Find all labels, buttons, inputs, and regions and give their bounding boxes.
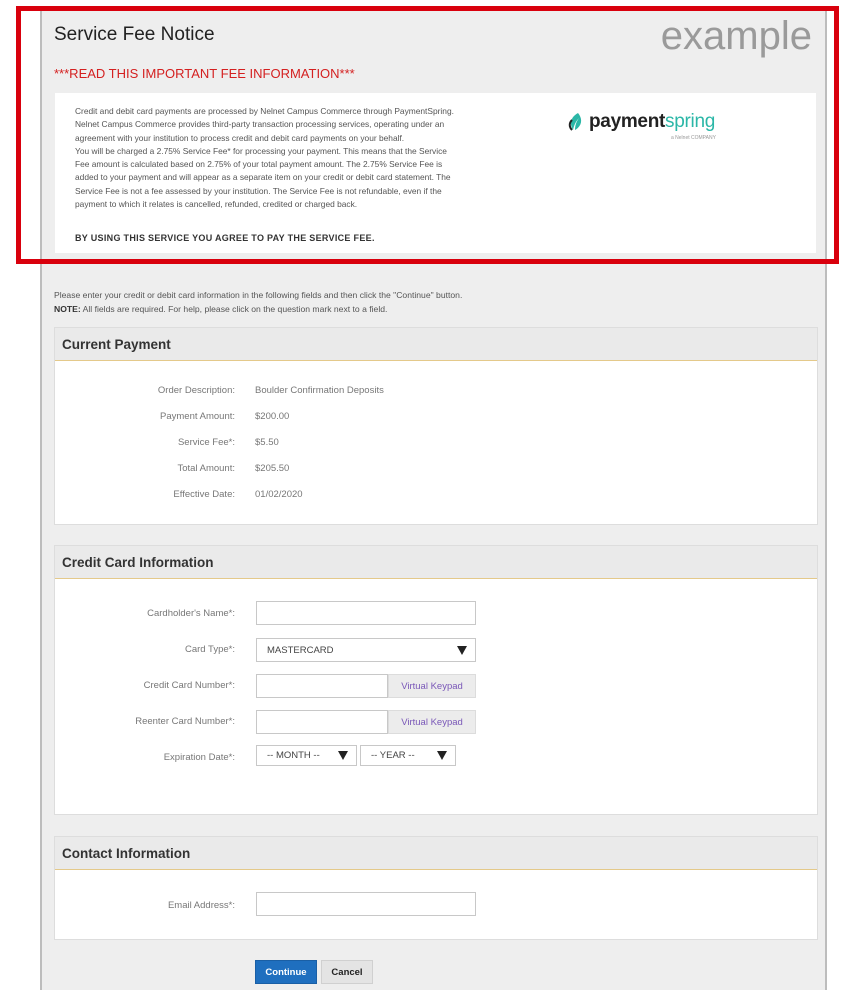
highlight-frame <box>16 6 839 264</box>
instructions-note: NOTE: All fields are required. For help,… <box>54 302 462 316</box>
virtual-keypad-button[interactable]: Virtual Keypad <box>388 674 476 698</box>
instructions: Please enter your credit or debit card i… <box>54 288 462 316</box>
email-label: Email Address*: <box>167 900 235 911</box>
contact-section: Contact Information Email Address*: <box>54 836 818 940</box>
note-label: NOTE: <box>54 304 81 314</box>
credit-card-header: Credit Card Information <box>55 546 817 579</box>
dropdown-arrow-icon <box>338 751 348 760</box>
continue-button[interactable]: Continue <box>255 960 317 984</box>
reenter-card-number-input[interactable] <box>256 710 388 734</box>
credit-card-section: Credit Card Information Cardholder's Nam… <box>54 545 818 815</box>
contact-header: Contact Information <box>55 837 817 870</box>
year-value: -- YEAR -- <box>371 750 415 761</box>
current-payment-header: Current Payment <box>55 328 817 361</box>
expiration-month-select[interactable]: -- MONTH -- <box>256 745 357 766</box>
card-type-value: MASTERCARD <box>267 644 334 656</box>
current-payment-section: Current Payment Order Description: Bould… <box>54 327 818 525</box>
instructions-line: Please enter your credit or debit card i… <box>54 290 463 300</box>
cardholder-name-input[interactable] <box>256 601 476 625</box>
virtual-keypad-button-reenter[interactable]: Virtual Keypad <box>388 710 476 734</box>
dropdown-arrow-icon <box>457 646 467 655</box>
note-text: All fields are required. For help, pleas… <box>80 304 388 314</box>
card-number-input[interactable] <box>256 674 388 698</box>
card-type-select[interactable]: MASTERCARD <box>256 638 476 662</box>
email-input[interactable] <box>256 892 476 916</box>
cancel-button[interactable]: Cancel <box>321 960 373 984</box>
card-number-label: Credit Card Number*: <box>143 680 235 691</box>
month-value: -- MONTH -- <box>267 750 320 761</box>
card-type-label: Card Type*: <box>185 644 235 655</box>
reenter-card-number-label: Reenter Card Number*: <box>135 716 235 727</box>
expiration-date-label: Expiration Date*: <box>163 752 235 763</box>
dropdown-arrow-icon <box>437 751 447 760</box>
cardholder-name-label: Cardholder's Name*: <box>147 608 235 619</box>
expiration-year-select[interactable]: -- YEAR -- <box>360 745 456 766</box>
